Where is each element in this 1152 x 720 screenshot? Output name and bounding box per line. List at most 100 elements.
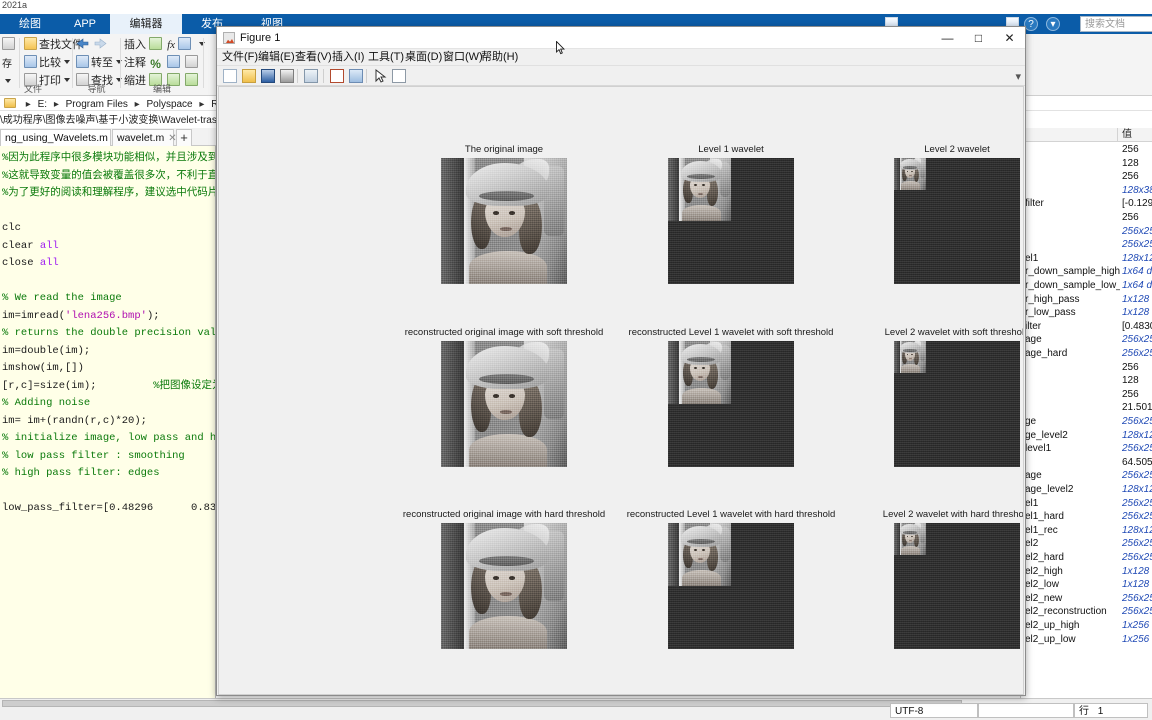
menu-desktop[interactable]: 桌面(D) xyxy=(405,49,442,66)
figure-window[interactable]: Figure 1 — □ ✕ 文件(F) 编辑(E) 查看(V) 插入(I) 工… xyxy=(216,26,1026,696)
code-editor[interactable]: %因为此程序中很多模块功能相似，并且涉及到 %这就导致变量的值会被覆盖很多次，不… xyxy=(0,146,216,698)
workspace-row[interactable]: r_down_sample_high_...1x64 do xyxy=(1021,265,1152,279)
editor-tab-wavelet[interactable]: wavelet.m ✕ xyxy=(112,129,177,146)
workspace-row[interactable]: 256 xyxy=(1021,143,1152,157)
comment-button[interactable]: 注释 % xyxy=(124,55,200,72)
data-cursor-icon[interactable] xyxy=(392,69,406,83)
workspace-row[interactable]: el1 128x128 xyxy=(1021,252,1152,266)
menu-window[interactable]: 窗口(W) xyxy=(443,49,483,66)
workspace-row[interactable]: el1_rec 128x128 xyxy=(1021,524,1152,538)
workspace-row[interactable]: el2_reconstruction 256x256 xyxy=(1021,605,1152,619)
minimize-button[interactable]: — xyxy=(932,27,963,49)
editor-tab-denoising[interactable]: ng_using_Wavelets.m✕ xyxy=(0,129,120,146)
insert-button[interactable]: 插入 fx xyxy=(124,37,206,54)
mouse-cursor xyxy=(556,41,565,55)
figure-titlebar[interactable]: Figure 1 — □ ✕ xyxy=(217,27,1025,49)
workspace-row[interactable]: el2 256x256 xyxy=(1021,537,1152,551)
insert-colorbar-icon[interactable] xyxy=(330,69,344,83)
save-figure-icon[interactable] xyxy=(261,69,275,83)
workspace-variable-value: 256 xyxy=(1122,388,1139,400)
printer-icon xyxy=(24,73,37,86)
workspace-variable-value: 256x256 xyxy=(1122,511,1152,523)
workspace-row[interactable]: level1 256x256 xyxy=(1021,442,1152,456)
insert-legend-icon[interactable] xyxy=(349,69,363,83)
workspace-row[interactable]: el2_up_low 1x256 di xyxy=(1021,633,1152,647)
workspace-panel[interactable]: 值 256128256128x384filter[-0.1294,256256x… xyxy=(1020,128,1152,698)
workspace-row[interactable]: ge_level2 128x128 xyxy=(1021,429,1152,443)
goto-button[interactable]: 转至 xyxy=(76,55,122,72)
workspace-variable-name: age xyxy=(1025,334,1042,346)
breadcrumb-item-2[interactable]: Polyspace xyxy=(146,99,192,110)
workspace-row[interactable]: age_level2 128x128 xyxy=(1021,483,1152,497)
workspace-row[interactable]: 21.5017 xyxy=(1021,401,1152,415)
menu-insert[interactable]: 插入(I) xyxy=(332,49,364,66)
workspace-row[interactable]: 256 xyxy=(1021,211,1152,225)
ribbon-tab-editor[interactable]: 编辑器 xyxy=(110,14,182,34)
menu-edit[interactable]: 编辑(E) xyxy=(258,49,295,66)
wavelet-approximation-subband xyxy=(668,158,731,221)
workspace-row[interactable]: 256 xyxy=(1021,388,1152,402)
workspace-row[interactable]: el2_high 1x128 di xyxy=(1021,565,1152,579)
search-input[interactable]: 搜索文档 xyxy=(1080,16,1152,32)
workspace-row[interactable]: r_down_sample_low_...1x64 do xyxy=(1021,279,1152,293)
toolbar-expand-icon[interactable]: ▾ xyxy=(1015,70,1021,83)
workspace-row[interactable]: el2_up_high 1x256 di xyxy=(1021,619,1152,633)
workspace-row[interactable]: filter [-0.1294, xyxy=(1021,197,1152,211)
quick-more-icon[interactable]: ▾ xyxy=(1046,17,1060,31)
open-file-icon[interactable] xyxy=(242,69,256,83)
compare-button[interactable]: 比较 xyxy=(24,55,70,72)
workspace-row[interactable]: 128 xyxy=(1021,157,1152,171)
menu-help[interactable]: 帮助(H) xyxy=(481,49,518,66)
workspace-row[interactable]: age_hard 256x256 xyxy=(1021,347,1152,361)
workspace-row[interactable]: el1 256x256 xyxy=(1021,497,1152,511)
workspace-row[interactable]: 256 xyxy=(1021,361,1152,375)
ribbon-tab-apps[interactable]: APP xyxy=(60,14,110,34)
workspace-row[interactable]: 256x256 xyxy=(1021,238,1152,252)
code-line: %因为此程序中很多模块功能相似，并且涉及到 xyxy=(2,152,216,164)
workspace-row[interactable]: el2_new 256x256 xyxy=(1021,592,1152,606)
ribbon-tab-plots[interactable]: 绘图 xyxy=(0,14,60,34)
workspace-row[interactable]: el1_hard 256x256 xyxy=(1021,510,1152,524)
nav-back-forward[interactable] xyxy=(76,37,109,54)
breadcrumb-item-1[interactable]: Program Files xyxy=(66,99,128,110)
help-icon[interactable]: ? xyxy=(1024,17,1038,31)
workspace-row[interactable]: 128 xyxy=(1021,374,1152,388)
subplot-title: Level 1 wavelet xyxy=(698,144,764,155)
workspace-row[interactable]: r_high_pass 1x128 di xyxy=(1021,293,1152,307)
new-figure-icon[interactable] xyxy=(223,69,237,83)
workspace-row[interactable]: age 256x256 xyxy=(1021,469,1152,483)
workspace-row[interactable]: ilter [0.4830,0 xyxy=(1021,320,1152,334)
workspace-variable-name: r_low_pass xyxy=(1025,307,1076,319)
code-line: im=double(im); xyxy=(2,344,91,357)
save-button[interactable] xyxy=(2,37,17,54)
print-icon[interactable] xyxy=(280,69,294,83)
workspace-row[interactable]: 128x384 xyxy=(1021,184,1152,198)
maximize-button[interactable]: □ xyxy=(963,27,994,49)
workspace-row[interactable]: ge 256x256 xyxy=(1021,415,1152,429)
subplot-image xyxy=(668,523,794,649)
horizontal-scrollbar[interactable] xyxy=(0,699,965,708)
workspace-row[interactable]: el2_hard 256x256 xyxy=(1021,551,1152,565)
workspace-row[interactable]: r_low_pass 1x128 di xyxy=(1021,306,1152,320)
scrollbar-thumb[interactable] xyxy=(2,700,962,707)
code-line: % Adding noise xyxy=(2,397,91,409)
workspace-row[interactable]: 64.5052 xyxy=(1021,456,1152,470)
workspace-row[interactable]: age 256x256 xyxy=(1021,333,1152,347)
close-button[interactable]: ✕ xyxy=(994,27,1025,49)
breadcrumb-item-0[interactable]: E: xyxy=(38,99,47,110)
menu-tools[interactable]: 工具(T) xyxy=(368,49,404,66)
link-plot-icon[interactable] xyxy=(304,69,318,83)
workspace-row[interactable]: 256x256 xyxy=(1021,225,1152,239)
menu-file[interactable]: 文件(F) xyxy=(222,49,258,66)
edit-plot-icon[interactable] xyxy=(373,68,387,83)
new-tab-button[interactable]: + xyxy=(176,129,192,146)
workspace-row[interactable]: el2_low 1x128 di xyxy=(1021,578,1152,592)
ribbon-divider-2 xyxy=(72,38,73,88)
menu-view[interactable]: 查看(V) xyxy=(295,49,332,66)
code-line: % initialize image, low pass and high pa xyxy=(2,432,216,444)
print-button[interactable]: 打印 xyxy=(24,73,70,90)
workspace-variable-value: 1x64 do xyxy=(1122,280,1152,291)
matlab-figure-icon xyxy=(223,32,235,44)
save-dropdown[interactable]: 存 xyxy=(2,56,12,73)
workspace-row[interactable]: 256 xyxy=(1021,170,1152,184)
